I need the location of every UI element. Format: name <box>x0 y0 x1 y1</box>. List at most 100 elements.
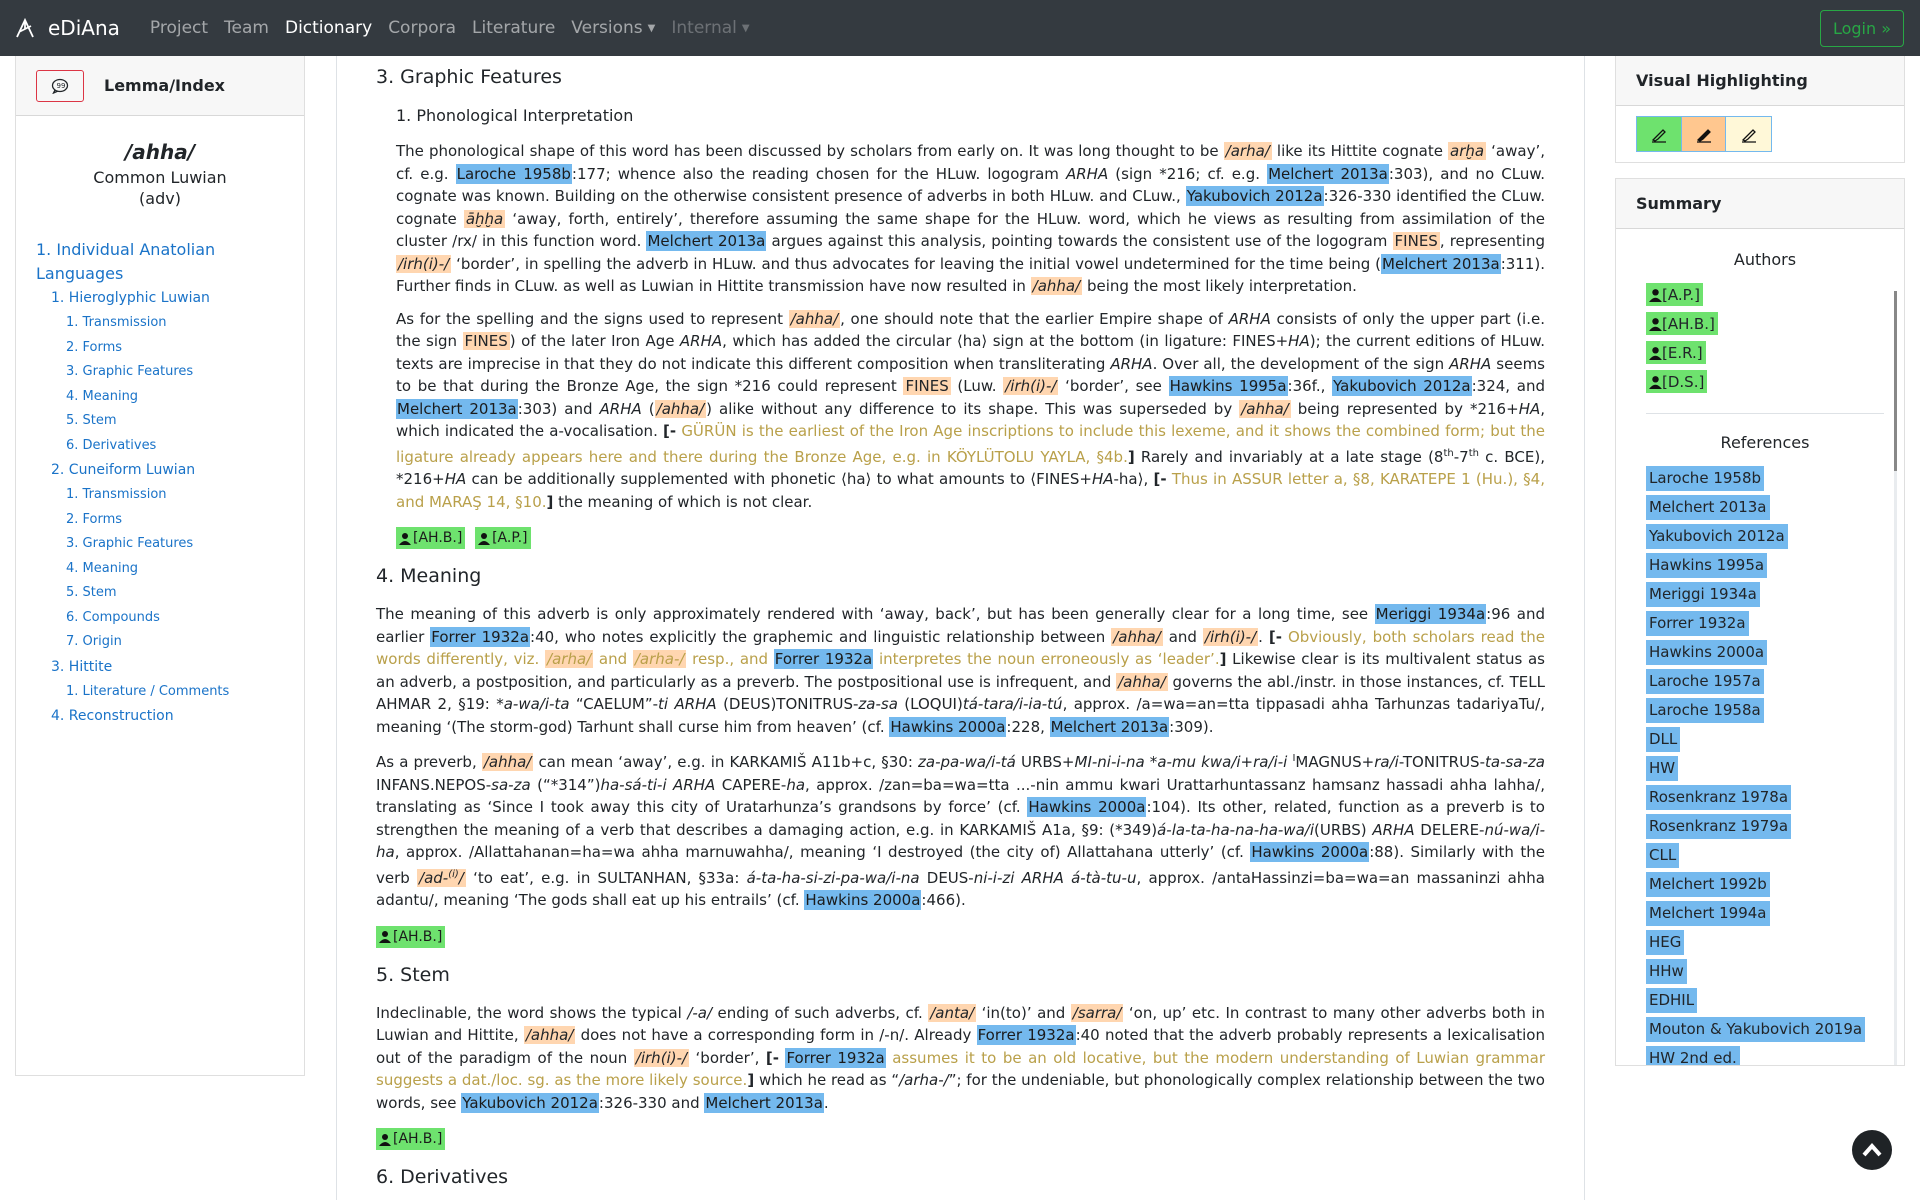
toc-item[interactable]: 3. Hittite <box>36 655 304 680</box>
lemma-index-panel: 99 Lemma/Index /ahha/ Common Luwian (adv… <box>15 56 305 1076</box>
visual-highlighting-title: Visual Highlighting <box>1616 56 1904 106</box>
login-button[interactable]: Login » <box>1819 10 1904 47</box>
top-navbar: eDiAna Project Team Dictionary Corpora L… <box>0 0 1920 56</box>
user-icon <box>379 931 391 943</box>
nav-versions-label: Versions <box>571 18 643 38</box>
toc-item[interactable]: 5. Stem <box>36 581 304 606</box>
cite-button[interactable]: 99 <box>36 69 84 102</box>
references-list: Laroche 1958b Melchert 2013a Yakubovich … <box>1646 466 1884 1065</box>
nav-corpora[interactable]: Corpora <box>388 18 456 38</box>
highlight-orange-button[interactable] <box>1681 117 1727 151</box>
summary-reference[interactable]: HEG <box>1646 930 1685 955</box>
summary-reference[interactable]: Forrer 1932a <box>1646 611 1749 636</box>
toc-item[interactable]: 6. Derivatives <box>36 434 304 459</box>
summary-reference[interactable]: Melchert 2013a <box>1646 495 1770 520</box>
summary-reference[interactable]: EDHIL <box>1646 988 1698 1013</box>
toc-item[interactable]: 1. Hieroglyphic Luwian <box>36 286 304 311</box>
summary-title: Summary <box>1616 179 1904 229</box>
toc-item[interactable]: 5. Stem <box>36 409 304 434</box>
toc-item[interactable]: 1. Literature / Comments <box>36 680 304 705</box>
lemma-name: /ahha/ <box>124 140 196 164</box>
toc-item[interactable]: 1. Transmission <box>36 311 304 336</box>
summary-author[interactable]: [A.P.] <box>1646 283 1703 306</box>
chevron-down-icon: ▼ <box>647 22 656 34</box>
summary-reference[interactable]: Meriggi 1934a <box>1646 582 1760 607</box>
brand-name: eDiAna <box>48 16 120 40</box>
lemma-index-header: 99 Lemma/Index <box>16 56 304 116</box>
visual-highlighting-panel: Visual Highlighting <box>1615 56 1905 163</box>
section-heading-graphic-features: 3. Graphic Features <box>376 66 562 88</box>
authors-list: [A.P.] [AH.B.] [E.R.] [D.S.] <box>1646 283 1884 399</box>
summary-reference[interactable]: Rosenkranz 1979a <box>1646 814 1792 839</box>
scroll-to-top-button[interactable] <box>1852 1130 1892 1170</box>
lemma-pos: (adv) <box>139 189 181 208</box>
chevron-down-icon: ▼ <box>741 22 750 34</box>
author-tag[interactable]: [AH.B.] <box>396 527 466 549</box>
summary-reference[interactable]: DLL <box>1646 727 1681 752</box>
author-tag-label: [AH.B.] <box>393 1131 443 1147</box>
summary-reference[interactable]: Yakubovich 2012a <box>1646 524 1788 549</box>
nav-internal-dropdown: Internal ▼ <box>671 18 749 38</box>
summary-panel: Summary Authors [A.P.] [AH.B.] [E.R.] [D… <box>1615 178 1905 1066</box>
highlight-green-button[interactable] <box>1637 117 1682 151</box>
references-title: References <box>1720 433 1810 452</box>
toc-item[interactable]: 1. Individual Anatolian Languages <box>36 238 276 286</box>
highlight-comment-button[interactable] <box>1726 117 1771 151</box>
summary-reference[interactable]: Hawkins 2000a <box>1646 640 1768 665</box>
nav-literature[interactable]: Literature <box>472 18 555 38</box>
toc-item[interactable]: 2. Forms <box>36 508 304 533</box>
author-tag-label: [A.P.] <box>492 530 528 546</box>
summary-reference[interactable]: Hawkins 1995a <box>1646 553 1768 578</box>
summary-reference[interactable]: HW <box>1646 756 1679 781</box>
author-tag[interactable]: [AH.B.] <box>376 925 446 948</box>
summary-reference[interactable]: Melchert 1992b <box>1646 872 1770 897</box>
toc-item[interactable]: 6. Compounds <box>36 606 304 631</box>
summary-body: Authors [A.P.] [AH.B.] [E.R.] [D.S.] Ref… <box>1616 229 1904 1065</box>
summary-reference[interactable]: HW 2nd ed. <box>1646 1046 1740 1065</box>
brand[interactable]: eDiAna <box>16 16 120 40</box>
toc-item[interactable]: 4. Meaning <box>36 557 304 582</box>
summary-scrollbar-thumb[interactable] <box>1894 291 1897 471</box>
summary-reference[interactable]: Laroche 1958a <box>1646 698 1764 723</box>
toc-item[interactable]: 3. Graphic Features <box>36 360 304 385</box>
user-icon <box>1649 375 1662 389</box>
user-icon <box>379 1133 391 1146</box>
lemma-index-title: Lemma/Index <box>104 76 225 95</box>
user-icon <box>1649 317 1662 331</box>
paragraph-stem: Indeclinable, the word shows the typical… <box>376 1003 1546 1113</box>
author-tag-label: [AH.B.] <box>413 530 463 546</box>
summary-reference[interactable]: Laroche 1957a <box>1646 669 1764 694</box>
summary-reference[interactable]: HHw <box>1646 959 1687 984</box>
summary-author[interactable]: [E.R.] <box>1646 341 1706 364</box>
paragraph-phonology-2: As for the spelling and the signs used t… <box>396 309 1546 511</box>
summary-reference[interactable]: Laroche 1958b <box>1646 466 1765 491</box>
toc-item[interactable]: 4. Meaning <box>36 385 304 410</box>
section-heading-derivatives: 6. Derivatives <box>376 1166 509 1188</box>
summary-author[interactable]: [D.S.] <box>1646 370 1708 393</box>
toc-item[interactable]: 2. Forms <box>36 336 304 361</box>
toc-item[interactable]: 2. Cuneiform Luwian <box>36 458 304 483</box>
toc-item[interactable]: 4. Reconstruction <box>36 704 304 729</box>
summary-reference[interactable]: Mouton & Yakubovich 2019a <box>1646 1017 1866 1042</box>
section-heading-stem: 5. Stem <box>376 963 450 986</box>
nav-project[interactable]: Project <box>150 18 208 38</box>
subsection-heading-phonological: 1. Phonological Interpretation <box>396 106 634 125</box>
summary-author[interactable]: [AH.B.] <box>1646 312 1718 335</box>
paragraph-meaning-1: The meaning of this adverb is only appro… <box>376 604 1546 737</box>
nav-versions-dropdown[interactable]: Versions ▼ <box>571 18 655 38</box>
toc-item[interactable]: 7. Origin <box>36 630 304 655</box>
nav-team[interactable]: Team <box>224 18 269 38</box>
summary-reference[interactable]: Melchert 1994a <box>1646 901 1770 926</box>
author-tag[interactable]: [AH.B.] <box>376 1128 446 1150</box>
author-tag-label: [AH.B.] <box>393 928 443 945</box>
summary-reference[interactable]: CLL <box>1646 843 1680 868</box>
author-tags-meaning: [AH.B.] <box>376 925 1545 950</box>
summary-author-label: [AH.B.] <box>1662 314 1715 333</box>
summary-author-label: [D.S.] <box>1662 372 1705 391</box>
nav-dictionary[interactable]: Dictionary <box>285 18 372 38</box>
author-tag[interactable]: [A.P.] <box>475 527 531 549</box>
toc-item[interactable]: 1. Transmission <box>36 483 304 508</box>
toc-item[interactable]: 3. Graphic Features <box>36 532 304 557</box>
summary-reference[interactable]: Rosenkranz 1978a <box>1646 785 1792 810</box>
summary-scrollbar[interactable] <box>1894 291 1897 1065</box>
